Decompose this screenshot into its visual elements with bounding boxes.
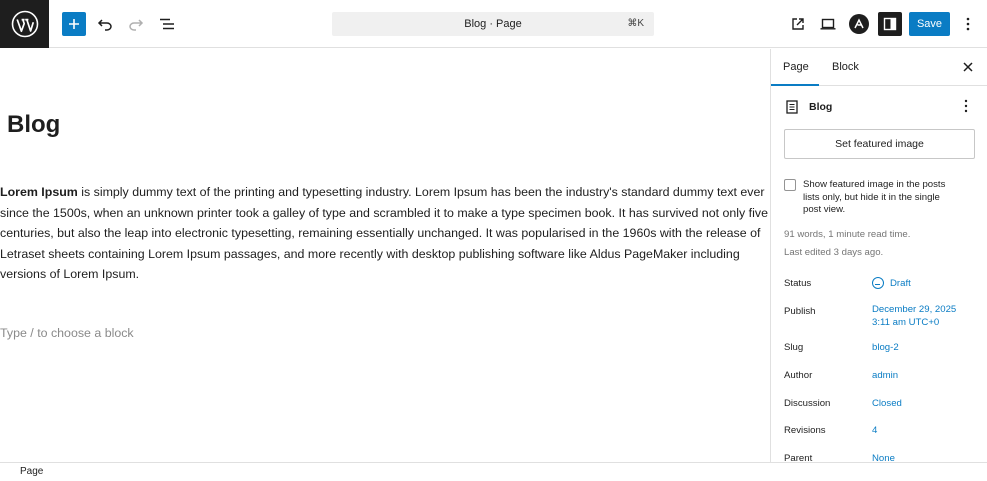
tab-block[interactable]: Block <box>832 61 859 73</box>
revisions-label: Revisions <box>784 425 826 436</box>
redo-icon <box>129 19 144 31</box>
list-view-icon <box>160 18 174 30</box>
status-label: Status <box>784 278 812 289</box>
parent-value[interactable]: None <box>872 453 895 462</box>
paragraph-block[interactable]: Lorem Ipsum is simply dummy text of the … <box>0 182 768 285</box>
discussion-label: Discussion <box>784 398 831 409</box>
close-sidebar-button[interactable] <box>961 60 975 74</box>
author-label: Author <box>784 370 813 381</box>
device-preview-button[interactable] <box>816 12 840 36</box>
save-button[interactable]: Save <box>909 12 950 36</box>
editor-toolbar: Blog · Page ⌘K Save <box>0 0 987 48</box>
block-placeholder[interactable]: Type / to choose a block <box>0 326 134 340</box>
astra-settings-button[interactable] <box>847 12 871 36</box>
paragraph-bold-text: Lorem Ipsum <box>0 185 78 199</box>
page-title[interactable]: Blog <box>7 111 60 139</box>
slug-value[interactable]: blog-2 <box>872 342 899 355</box>
author-value[interactable]: admin <box>872 370 898 383</box>
document-title: Blog <box>809 101 833 113</box>
publish-date-value[interactable]: December 29, 2025 <box>872 304 956 317</box>
parent-label: Parent <box>784 453 813 462</box>
set-featured-image-button[interactable]: Set featured image <box>784 129 975 159</box>
editor-canvas[interactable]: Blog Lorem Ipsum is simply dummy text of… <box>0 49 770 462</box>
close-icon <box>963 62 973 72</box>
redo-button[interactable] <box>124 12 148 36</box>
settings-sidebar: Page Block Blog Set featured image Show … <box>770 49 987 462</box>
featured-image-checkbox[interactable] <box>784 179 796 191</box>
add-block-button[interactable] <box>62 12 86 36</box>
settings-toggle-button[interactable] <box>878 12 902 36</box>
draft-status-icon <box>872 277 884 289</box>
featured-image-checkbox-label: Show featured image in the posts lists o… <box>803 179 946 215</box>
tab-page[interactable]: Page <box>783 61 809 73</box>
view-page-button[interactable] <box>786 12 810 36</box>
sidebar-settings-icon <box>883 17 897 31</box>
status-value[interactable]: Draft <box>890 278 911 291</box>
document-actions-button[interactable] <box>959 99 973 113</box>
wordpress-logo-icon <box>11 10 38 38</box>
wordpress-logo-button[interactable] <box>0 0 49 48</box>
publish-time-value[interactable]: 3:11 am UTC+0 <box>872 317 939 330</box>
command-shortcut: ⌘K <box>627 18 644 29</box>
astra-logo-icon <box>849 14 869 34</box>
undo-button[interactable] <box>93 12 117 36</box>
sidebar-tabs: Page Block <box>771 49 987 86</box>
document-overview-button[interactable] <box>155 12 179 36</box>
word-count: 91 words, 1 minute read time. <box>784 229 911 240</box>
desktop-device-icon <box>820 18 836 30</box>
discussion-value[interactable]: Closed <box>872 398 902 411</box>
external-view-icon <box>792 18 804 30</box>
vertical-ellipsis-icon <box>966 17 970 31</box>
command-bar-title: Blog · Page <box>464 18 522 30</box>
slug-label: Slug <box>784 342 804 353</box>
publish-label: Publish <box>784 306 816 317</box>
active-tab-indicator <box>771 84 819 86</box>
paragraph-text: is simply dummy text of the printing and… <box>0 185 768 282</box>
command-palette-bar[interactable]: Blog · Page ⌘K <box>332 12 654 36</box>
options-menu-button[interactable] <box>956 12 980 36</box>
block-breadcrumb-bar: Page <box>0 462 987 481</box>
page-document-icon <box>786 100 798 114</box>
plus-icon <box>69 19 79 29</box>
revisions-value[interactable]: 4 <box>872 425 877 438</box>
last-edited: Last edited 3 days ago. <box>784 247 884 258</box>
vertical-ellipsis-icon <box>964 99 968 113</box>
undo-icon <box>97 19 112 31</box>
breadcrumb-page[interactable]: Page <box>20 466 43 477</box>
